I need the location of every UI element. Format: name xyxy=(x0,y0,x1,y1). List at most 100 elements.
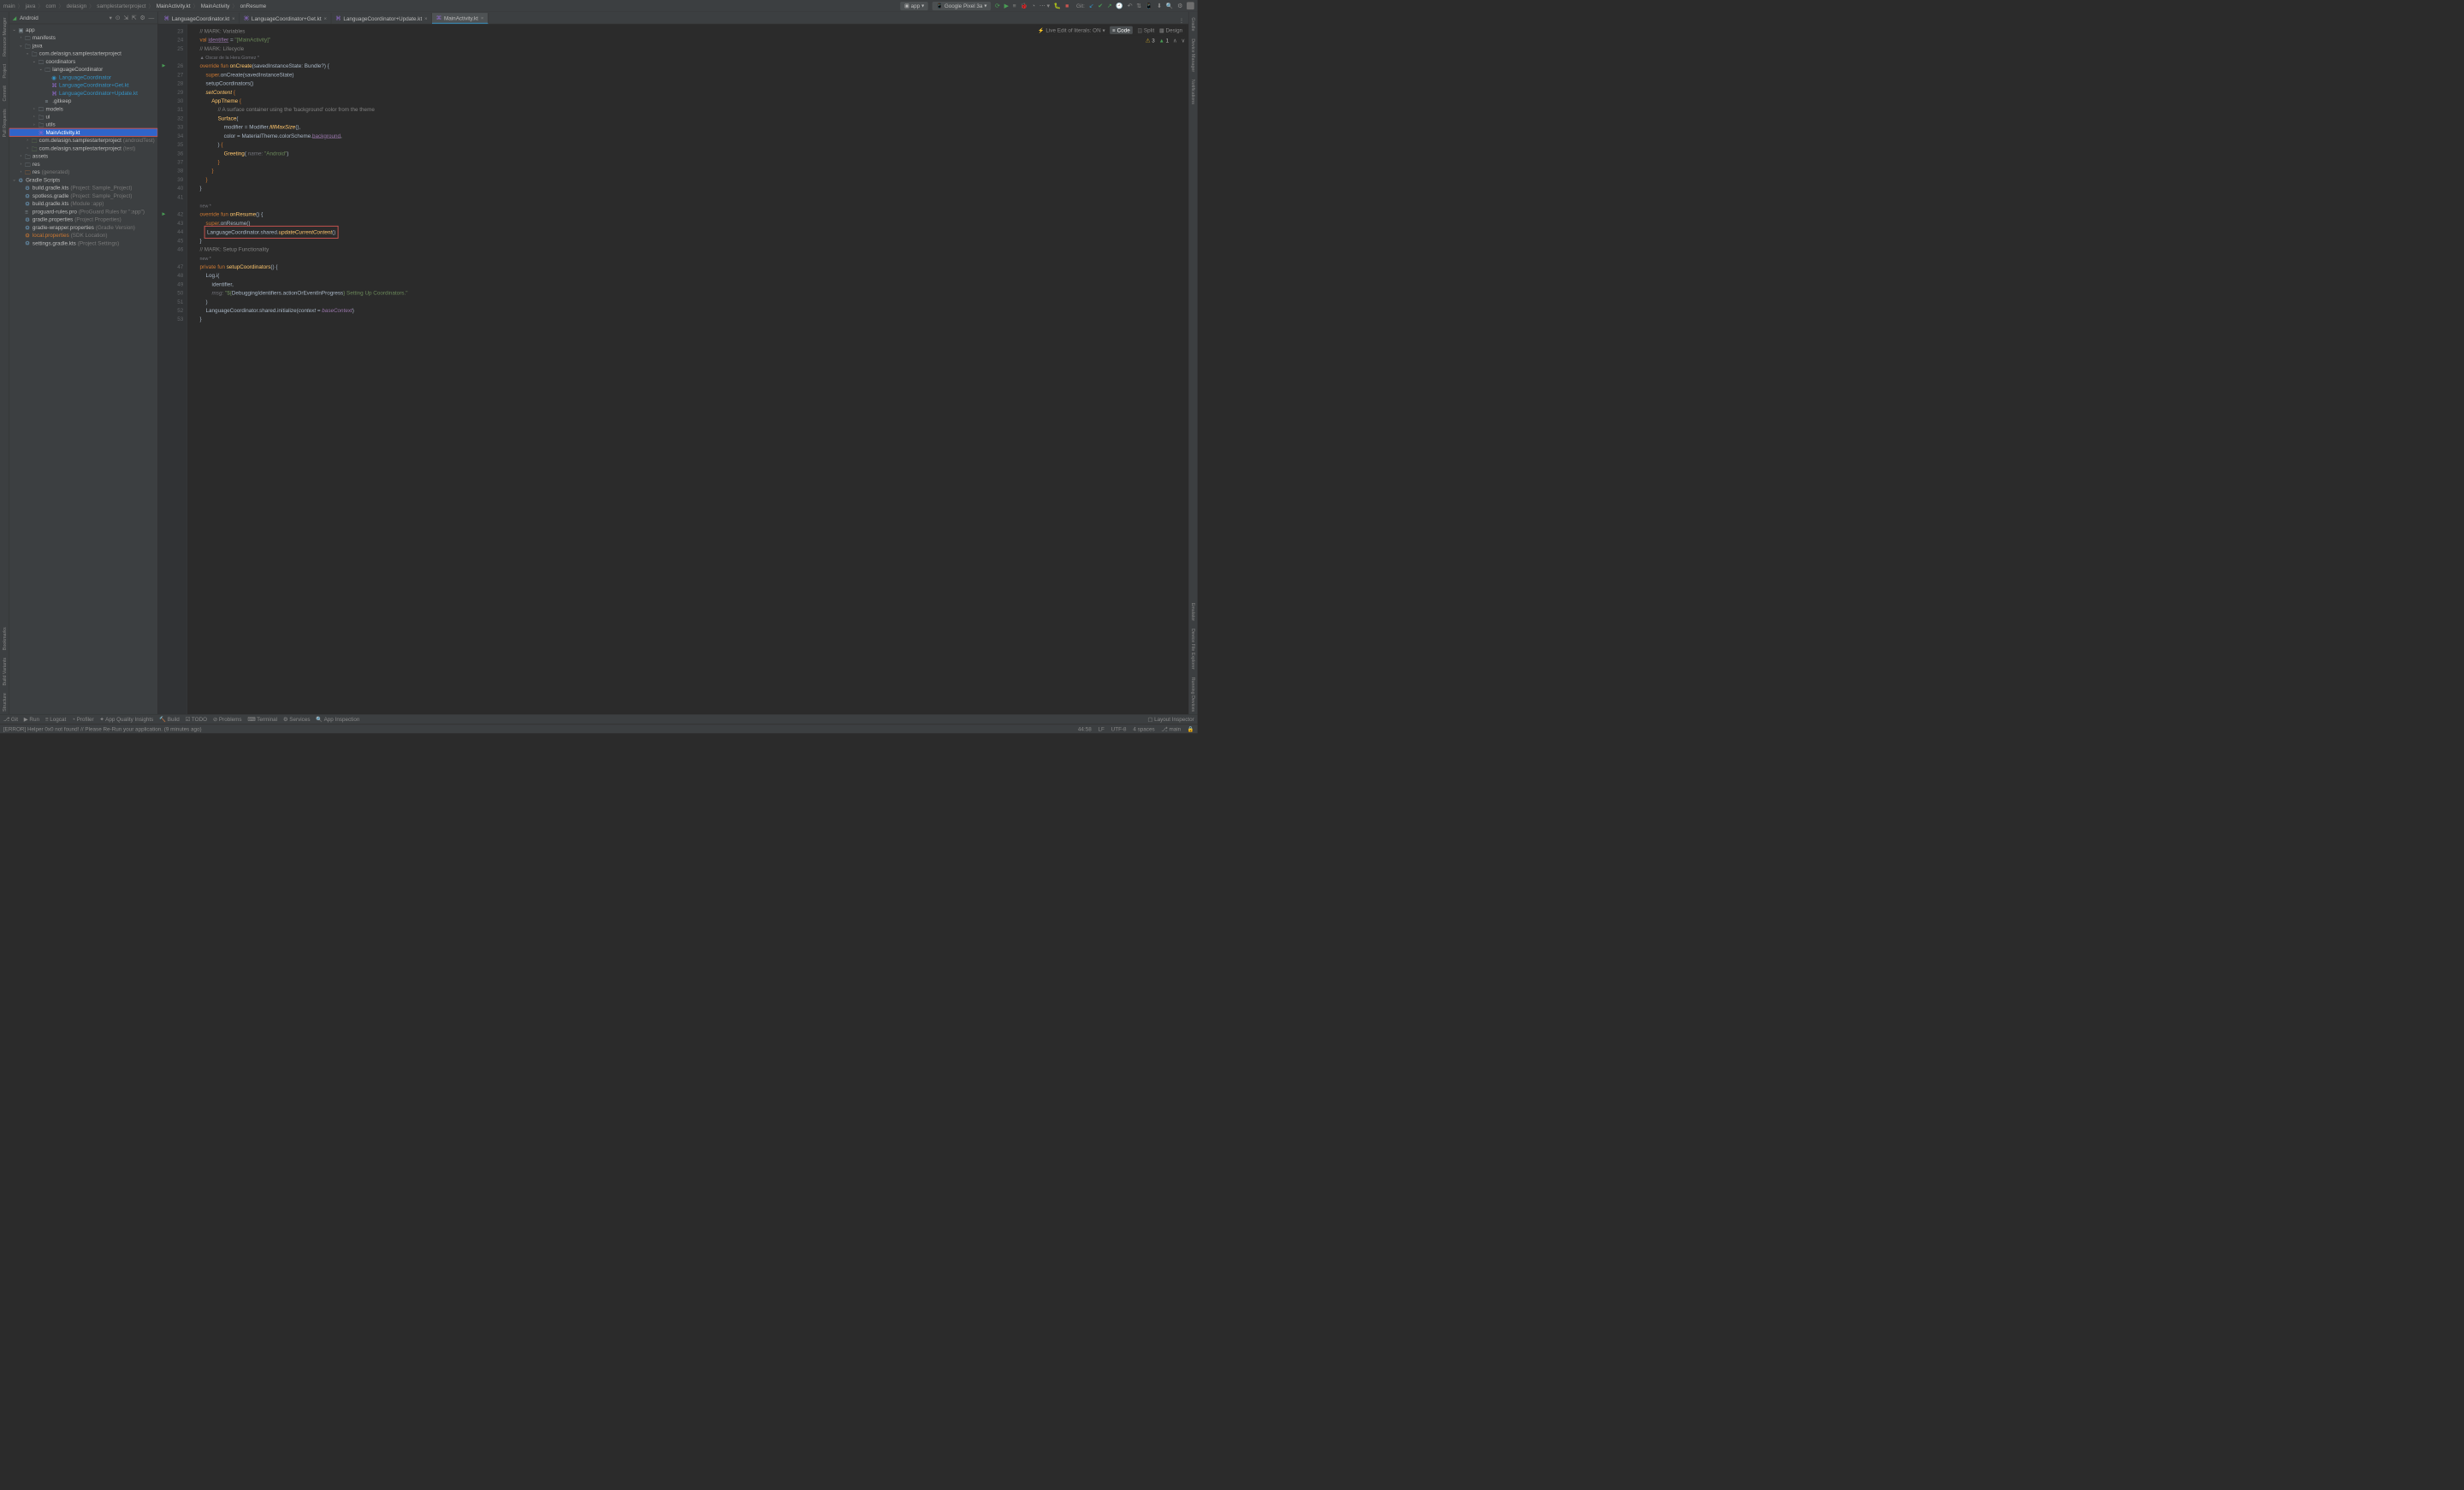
tree-item[interactable]: ⌄▣app xyxy=(9,26,158,33)
hide-icon[interactable]: — xyxy=(149,15,155,21)
editor-tab[interactable]: ⌘LanguageCoordinator+Get.kt× xyxy=(240,13,331,24)
tree-item[interactable]: ›🗀utils xyxy=(9,121,158,128)
rail-tab[interactable]: Pull Requests xyxy=(2,106,7,139)
undo-icon[interactable]: ↶ xyxy=(1128,3,1133,9)
breadcrumb-item[interactable]: delasign xyxy=(67,3,87,9)
build-icon[interactable]: ⟳ xyxy=(995,3,1000,9)
git-branch[interactable]: ⎇ main xyxy=(1161,725,1181,732)
tree-item[interactable]: ⚙build.gradle.kts (Project: Sample_Proje… xyxy=(9,184,158,192)
tree-item[interactable]: ⌘LanguageCoordinator+Update.kt xyxy=(9,89,158,97)
close-icon[interactable]: × xyxy=(232,15,234,21)
editor-tab[interactable]: ⌘LanguageCoordinator+Update.kt× xyxy=(331,13,432,24)
tree-item[interactable]: ⌘LanguageCoordinator+Get.kt xyxy=(9,81,158,89)
weak-warning-count[interactable]: 1 xyxy=(1159,38,1170,44)
device-select[interactable]: 📱 Google Pixel 3a ▾ xyxy=(933,2,991,10)
bottom-tab[interactable]: ≡ Logcat xyxy=(45,716,66,723)
panel-dropdown-icon[interactable]: ▾ xyxy=(110,15,112,21)
avatar-icon[interactable] xyxy=(1187,2,1194,9)
tree-item[interactable]: ›🗀com.delasign.samplestarterproject (tes… xyxy=(9,145,158,152)
rail-tab[interactable]: Device Manager xyxy=(1191,36,1196,74)
editor-tab[interactable]: ⌘LanguageCoordinator.kt× xyxy=(160,13,240,24)
tree-item[interactable]: ⌄⚙Gradle Scripts xyxy=(9,176,158,184)
debug-icon[interactable]: 🐞 xyxy=(1021,3,1028,9)
run-icon[interactable]: ▶ xyxy=(1004,3,1009,9)
tree-item[interactable]: ⌄🗀com.delasign.samplestarterproject xyxy=(9,50,158,57)
tree-item[interactable]: ◉LanguageCoordinator xyxy=(9,74,158,81)
bottom-tab[interactable]: ⎇ Git xyxy=(3,716,18,723)
run-config-select[interactable]: ▣ app ▾ xyxy=(900,2,928,10)
rail-tab[interactable]: Bookmarks xyxy=(2,625,7,653)
bottom-tab[interactable]: ◔ Profiler xyxy=(72,716,94,723)
line-separator[interactable]: LF xyxy=(1099,725,1105,732)
breadcrumb-item[interactable]: onResume xyxy=(240,3,267,9)
rail-tab[interactable]: Resource Manager xyxy=(2,15,7,58)
code-editor[interactable]: 2324252627282930313233343536373839404142… xyxy=(158,24,1188,714)
tree-item[interactable]: ⚙gradle-wrapper.properties (Gradle Versi… xyxy=(9,223,158,231)
tree-item[interactable]: ⌄🗀coordinators xyxy=(9,57,158,65)
bottom-tab[interactable]: ▶ Run xyxy=(24,716,39,723)
expand-icon[interactable]: ⇲ xyxy=(123,15,128,21)
breadcrumb-item[interactable]: MainActivity.kt xyxy=(157,3,191,9)
bottom-tab[interactable]: ⊘ Problems xyxy=(213,716,242,723)
tree-item[interactable]: ›🗀ui xyxy=(9,113,158,121)
git-history-icon[interactable]: 🕘 xyxy=(1116,3,1122,9)
collapse-icon[interactable]: ⇱ xyxy=(132,15,137,21)
search-icon[interactable]: 🔍 xyxy=(1166,3,1173,9)
file-encoding[interactable]: UTF-8 xyxy=(1111,725,1127,732)
view-design-btn[interactable]: ▦ Design xyxy=(1159,27,1182,33)
coverage-icon[interactable]: ≡ xyxy=(1013,3,1016,9)
tree-item[interactable]: ⚙spotless.gradle (Project: Sample_Projec… xyxy=(9,192,158,199)
profiler-icon[interactable]: ◔ xyxy=(1032,3,1035,9)
panel-title[interactable]: Android xyxy=(20,15,106,21)
inspection-widget[interactable]: 3 1 ∧ ∨ xyxy=(1146,38,1185,44)
tree-item[interactable]: ⚙build.gradle.kts (Module :app) xyxy=(9,199,158,207)
caret-position[interactable]: 44:58 xyxy=(1078,725,1092,732)
breadcrumb-item[interactable]: samplestarterproject xyxy=(97,3,145,9)
warning-count[interactable]: 3 xyxy=(1146,38,1155,44)
git-push-icon[interactable]: ↗ xyxy=(1107,3,1112,9)
breadcrumb-item[interactable]: MainActivity xyxy=(201,3,230,9)
indent-setting[interactable]: 4 spaces xyxy=(1133,725,1154,732)
rail-tab[interactable]: Commit xyxy=(2,83,7,103)
tree-item[interactable]: ›🗀res xyxy=(9,160,158,168)
stop-icon[interactable]: ■ xyxy=(1065,3,1069,9)
bottom-tab[interactable]: 🔍 App Inspection xyxy=(316,716,359,723)
project-tree[interactable]: ⌄▣app›🗀manifests⌄🗀java⌄🗀com.delasign.sam… xyxy=(9,24,158,714)
device-icon[interactable]: 📱 xyxy=(1146,3,1152,9)
gutter[interactable]: 2324252627282930313233343536373839404142… xyxy=(158,24,187,714)
breadcrumb-item[interactable]: java xyxy=(26,3,36,9)
close-icon[interactable]: × xyxy=(424,15,427,21)
git-commit-icon[interactable]: ✔ xyxy=(1098,3,1103,9)
panel-settings-icon[interactable]: ⚙ xyxy=(140,15,145,21)
layout-inspector-tab[interactable]: ▢ Layout Inspector xyxy=(1147,716,1194,723)
bottom-tab[interactable]: ✦ App Quality Insights xyxy=(99,716,153,723)
breadcrumb[interactable]: main〉java〉com〉delasign〉samplestarterproj… xyxy=(3,2,900,9)
rail-tab[interactable]: Emulator xyxy=(1191,600,1196,624)
bottom-tab[interactable]: ⌨ Terminal xyxy=(247,716,277,723)
view-code-btn[interactable]: ≡ Code xyxy=(1110,27,1132,34)
rail-tab[interactable]: Build Variants xyxy=(2,655,7,688)
view-split-btn[interactable]: ◫ Split xyxy=(1137,27,1154,33)
breadcrumb-item[interactable]: main xyxy=(3,3,15,9)
tree-item[interactable]: ⌘MainActivity.kt xyxy=(9,128,158,136)
tree-item[interactable]: ›🗀res (generated) xyxy=(9,168,158,175)
settings-icon[interactable]: ⚙ xyxy=(1177,3,1182,9)
rail-tab[interactable]: Gradle xyxy=(1191,15,1196,33)
rail-tab[interactable]: Project xyxy=(2,62,7,80)
rail-tab[interactable]: Notifications xyxy=(1191,77,1196,107)
nav-down-icon[interactable]: ∨ xyxy=(1181,38,1185,44)
avd-icon[interactable]: ⇅ xyxy=(1136,3,1141,9)
tree-item[interactable]: ≡proguard-rules.pro (ProGuard Rules for … xyxy=(9,208,158,216)
code-content[interactable]: // MARK: Variables val identifier = "[Ma… xyxy=(187,24,1188,714)
editor-tab[interactable]: ⌘MainActivity.kt× xyxy=(432,13,489,24)
breadcrumb-item[interactable]: com xyxy=(45,3,56,9)
nav-up-icon[interactable]: ∧ xyxy=(1173,38,1177,44)
rail-tab[interactable]: Device File Explorer xyxy=(1191,626,1196,672)
tree-item[interactable]: ›🗀models xyxy=(9,104,158,112)
attach-debugger-icon[interactable]: 🐛 xyxy=(1054,3,1061,9)
rail-tab[interactable]: Structure xyxy=(2,690,7,714)
lock-icon[interactable]: 🔒 xyxy=(1188,725,1194,732)
git-pull-icon[interactable]: ↙ xyxy=(1089,3,1094,9)
live-edit-toggle[interactable]: ⚡ Live Edit of literals: ON ▾ xyxy=(1038,27,1105,33)
tree-item[interactable]: ⌄🗀languageCoordinator xyxy=(9,65,158,73)
